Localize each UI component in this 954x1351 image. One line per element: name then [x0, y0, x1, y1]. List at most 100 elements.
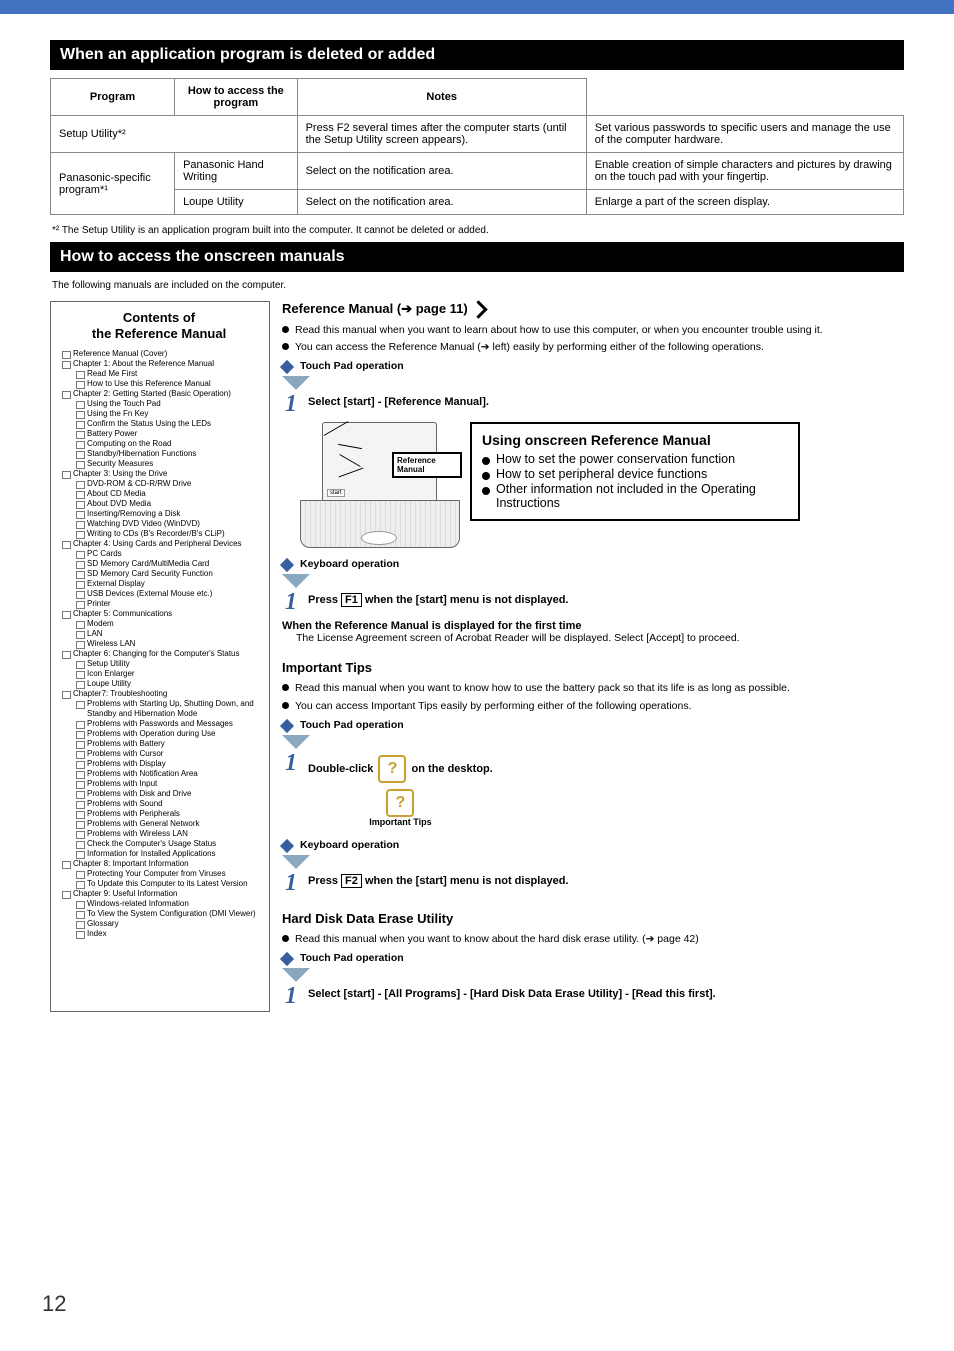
bullet-icon — [482, 457, 490, 465]
hdd-touchpad-step: Select [start] - [All Programs] - [Hard … — [308, 984, 716, 1000]
cell-program: Setup Utility*² — [51, 116, 298, 153]
toc-item: Icon Enlarger — [73, 669, 259, 679]
th-access: How to access the program — [175, 79, 298, 116]
tips-bullet-2: You can access Important Tips easily by … — [295, 699, 692, 713]
toc-item: Watching DVD Video (WinDVD) — [73, 519, 259, 529]
toc-item: Wireless LAN — [73, 639, 259, 649]
toc-item: Printer — [73, 599, 259, 609]
important-tips-icon-label: Important Tips — [369, 817, 431, 827]
toc-item: SD Memory Card Security Function — [73, 569, 259, 579]
table-row: Loupe UtilitySelect on the notification … — [51, 190, 904, 215]
toc-item: Security Measures — [73, 459, 259, 469]
toc-item: Check the Computer's Usage Status — [73, 839, 259, 849]
tips-keyboard-step: Press F2 when the [start] menu is not di… — [308, 871, 568, 887]
diamond-icon — [280, 952, 294, 966]
toc-item: SD Memory Card/MultiMedia Card — [73, 559, 259, 569]
table-footnote: *² The Setup Utility is an application p… — [52, 225, 902, 236]
toc-item: USB Devices (External Mouse etc.) — [73, 589, 259, 599]
callout-row-2: How to set peripheral device functions — [496, 467, 707, 481]
ref-keyboard-step: Press F1 when the [start] menu is not di… — [308, 590, 568, 606]
toc-item: Chapter7: TroubleshootingProblems with S… — [59, 689, 259, 859]
start-menu-label: start — [327, 489, 345, 497]
step-number-1: 1 — [282, 590, 300, 614]
key-f2: F2 — [341, 874, 362, 888]
guide-hdd-erase-title: Hard Disk Data Erase Utility — [282, 911, 904, 926]
cell-access: Press F2 several times after the compute… — [297, 116, 586, 153]
first-display-heading: When the Reference Manual is displayed f… — [282, 620, 904, 632]
toc-item: Chapter 1: About the Reference ManualRea… — [59, 359, 259, 389]
cell-program-name: Panasonic Hand Writing — [175, 153, 298, 190]
toc-item: Using the Fn Key — [73, 409, 259, 419]
toc-item: Computing on the Road — [73, 439, 259, 449]
diamond-icon — [280, 558, 294, 572]
manuals-row: Contents ofthe Reference Manual Referenc… — [50, 301, 904, 1012]
toc-item: Inserting/Removing a Disk — [73, 509, 259, 519]
down-triangle-icon — [282, 574, 310, 588]
toc-item: How to Use this Reference Manual — [73, 379, 259, 389]
table-row: Panasonic-specific program*¹Panasonic Ha… — [51, 153, 904, 190]
toc-item: Problems with Passwords and Messages — [73, 719, 259, 729]
cell-access: Select on the notification area. — [297, 190, 586, 215]
diamond-icon — [280, 839, 294, 853]
toc-item: Using the Touch Pad — [73, 399, 259, 409]
cell-notes: Set various passwords to specific users … — [586, 116, 903, 153]
toc-item: Chapter 6: Changing for the Computer's S… — [59, 649, 259, 689]
toc-item: Loupe Utility — [73, 679, 259, 689]
key-f1: F1 — [341, 593, 362, 607]
toc-item: Chapter 9: Useful InformationWindows-rel… — [59, 889, 259, 939]
table-row: Setup Utility*²Press F2 several times af… — [51, 116, 904, 153]
programs-table: Program How to access the program Notes … — [50, 78, 904, 215]
laptop-illustration: start Reference Manual — [282, 422, 462, 552]
manuals-note: The following manuals are included on th… — [52, 280, 902, 291]
toc-item: Glossary — [73, 919, 259, 929]
down-triangle-icon — [282, 855, 310, 869]
toc-item: Problems with Starting Up, Shutting Down… — [73, 699, 259, 719]
ref-touchpad-step: Select [start] - [Reference Manual]. — [308, 392, 489, 408]
toc-item: About CD Media — [73, 489, 259, 499]
toc-item: Protecting Your Computer from Viruses — [73, 869, 259, 879]
toc-item: Reference Manual (Cover) — [59, 349, 259, 359]
toc-item: Confirm the Status Using the LEDs — [73, 419, 259, 429]
step-number-1: 1 — [282, 871, 300, 895]
toc-item: Modem — [73, 619, 259, 629]
bullet-icon — [282, 935, 289, 942]
cell-access: Select on the notification area. — [297, 153, 586, 190]
diamond-icon — [280, 719, 294, 733]
callout-heading: Using onscreen Reference Manual — [482, 432, 788, 448]
toc-item: Windows-related Information — [73, 899, 259, 909]
toc-item: Setup Utility — [73, 659, 259, 669]
down-triangle-icon — [282, 968, 310, 982]
step-number-1: 1 — [282, 984, 300, 1008]
callout-row-3: Other information not included in the Op… — [496, 482, 788, 510]
using-onscreen-ref-callout: Using onscreen Reference Manual How to s… — [470, 422, 800, 521]
toc-item: Problems with Cursor — [73, 749, 259, 759]
toc-item: Index — [73, 929, 259, 939]
important-tips-icon — [378, 755, 406, 783]
hdd-bullet-1: Read this manual when you want to know a… — [295, 932, 699, 946]
toc-item: Chapter 8: Important InformationProtecti… — [59, 859, 259, 889]
toc-item: Information for Installed Applications — [73, 849, 259, 859]
toc-item: DVD-ROM & CD-R/RW Drive — [73, 479, 259, 489]
toc-item: Problems with Peripherals — [73, 809, 259, 819]
down-triangle-icon — [282, 735, 310, 749]
guide-reference-manual-title: Reference Manual (➔ page 11) — [282, 301, 904, 317]
diamond-icon — [280, 360, 294, 374]
hdd-touchpad-heading: Touch Pad operation — [300, 952, 404, 964]
bullet-icon — [282, 702, 289, 709]
toc-item: Writing to CDs (B's Recorder/B's CLiP) — [73, 529, 259, 539]
toc-item: Problems with Notification Area — [73, 769, 259, 779]
reference-manual-callout-label: Reference Manual — [392, 452, 462, 478]
toc-item: Chapter 5: CommunicationsModemLANWireles… — [59, 609, 259, 649]
first-display-text: The License Agreement screen of Acrobat … — [296, 632, 904, 644]
toc-item: Problems with Wireless LAN — [73, 829, 259, 839]
toc-item: Chapter 4: Using Cards and Peripheral De… — [59, 539, 259, 609]
th-notes: Notes — [297, 79, 586, 116]
bullet-icon — [482, 487, 490, 495]
section-bar-program-changes: When an application program is deleted o… — [50, 40, 904, 70]
cell-notes: Enlarge a part of the screen display. — [586, 190, 903, 215]
tips-keyboard-heading: Keyboard operation — [300, 839, 399, 851]
cell-program: Panasonic-specific program*¹ — [51, 153, 175, 215]
toc-item: About DVD Media — [73, 499, 259, 509]
toc-item: Read Me First — [73, 369, 259, 379]
callout-row-1: How to set the power conservation functi… — [496, 452, 735, 466]
